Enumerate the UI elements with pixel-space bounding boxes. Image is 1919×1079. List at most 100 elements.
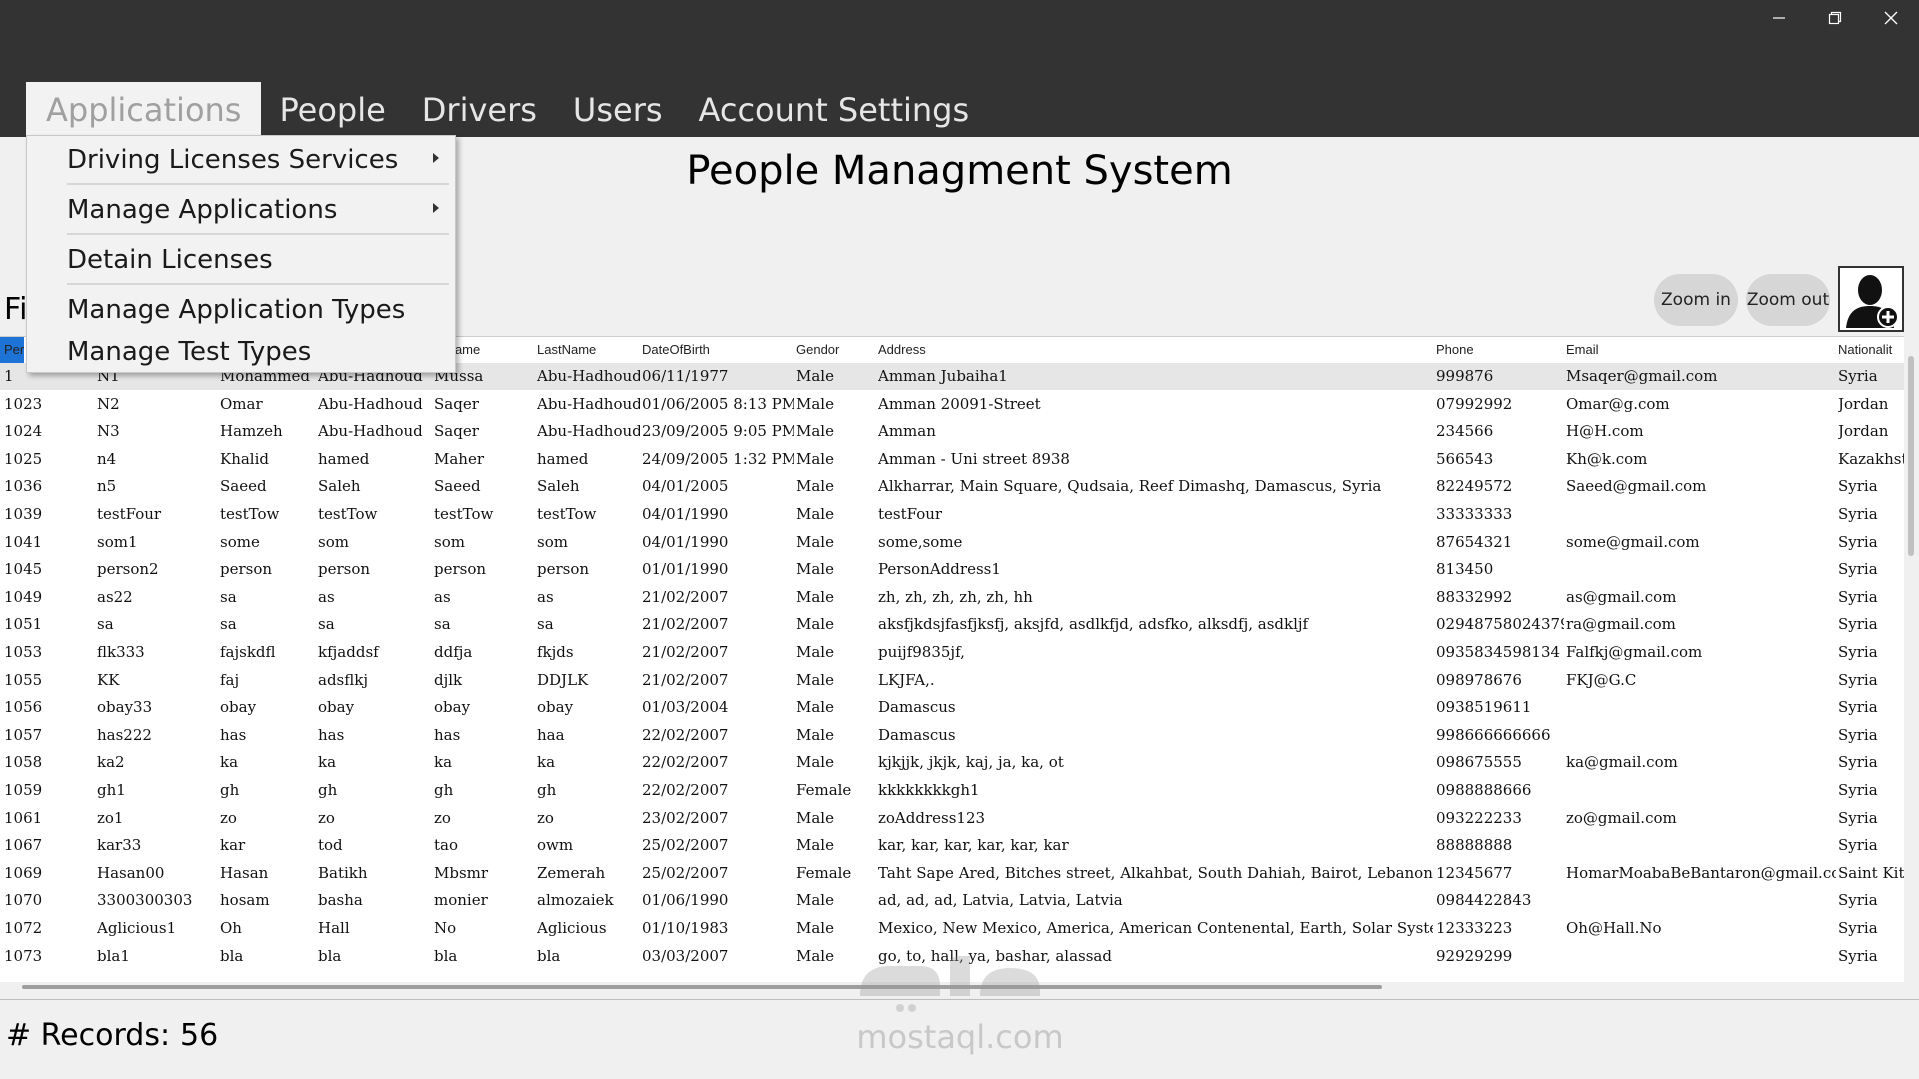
col-national-no: as22: [97, 587, 133, 606]
col-address: Amman Jubaiha1: [878, 367, 1008, 385]
table-row[interactable]: 1055 KK faj adsflkj djlk DDJLK 21/02/2007 Male L…: [0, 667, 1904, 694]
table-row[interactable]: 1041 som1 some som som som 04/01/1990 Male some,…: [0, 529, 1904, 556]
table-row[interactable]: 1049 as22 sa as as as 21/02/2007 Male zh, zh, zh…: [0, 584, 1904, 611]
col-last-name: person: [537, 560, 590, 579]
col-phone: 87654321: [1436, 532, 1513, 551]
horizontal-scroll-thumb[interactable]: [22, 985, 1382, 989]
column-header[interactable]: DateOfBirth: [642, 342, 794, 357]
col-first-name: ka: [220, 753, 239, 772]
col-first-name: kar: [220, 836, 246, 855]
col-address: ad, ad, ad, Latvia, Latvia, Latvia: [878, 891, 1123, 910]
col-gendor: Male: [796, 919, 834, 937]
table-row[interactable]: 1069 Hasan00 Hasan Batikh Mbsmr Zemerah 25/02/…: [0, 860, 1904, 887]
col-phone: 12345677: [1436, 863, 1513, 882]
table-row[interactable]: 1061 zo1 zo zo zo zo 23/02/2007 Male zoAddress12…: [0, 805, 1904, 832]
column-header[interactable]: LastName: [537, 342, 640, 357]
col-second-name: bla: [318, 946, 342, 965]
col-last-name: haa: [537, 725, 565, 744]
col-first-name: fajskdfl: [220, 643, 276, 661]
col-third-name: obay: [434, 698, 471, 717]
col-date-of-birth: 23/02/2007: [642, 808, 729, 827]
col-address: Taht Sape Ared, Bitches street, Alkahbat…: [878, 863, 1433, 882]
col-person-id: 1039: [4, 505, 43, 523]
col-third-name: testTow: [434, 505, 494, 523]
col-national-no: zo1: [97, 808, 124, 827]
col-phone: 33333333: [1436, 505, 1513, 523]
menu-manage-applications[interactable]: Manage Applications: [67, 188, 447, 232]
col-email: FKJ@G.C: [1566, 670, 1637, 689]
col-last-name: zo: [537, 808, 554, 827]
col-address: Damascus: [878, 698, 956, 717]
close-icon[interactable]: [1863, 0, 1919, 36]
menu-manage-application-types[interactable]: Manage Application Types: [67, 288, 447, 332]
table-row[interactable]: 1024 N3 Hamzeh Abu-Hadhoud Saqer Abu-Hadhoud 2…: [0, 418, 1904, 445]
table-row[interactable]: 1023 N2 Omar Abu-Hadhoud Saqer Abu-Hadhoud 01/…: [0, 391, 1904, 418]
col-gendor: Male: [796, 394, 834, 413]
col-first-name: bla: [220, 946, 244, 965]
table-row[interactable]: 1036 n5 Saeed Saleh Saeed Saleh 04/01/2005 Male…: [0, 473, 1904, 500]
column-header[interactable]: Nationalit: [1838, 342, 1904, 357]
menu-applications[interactable]: Applications: [26, 82, 262, 137]
table-row[interactable]: 1056 obay33 obay obay obay obay 01/03/2004 Male…: [0, 694, 1904, 721]
col-nationality: Syria: [1838, 367, 1878, 385]
menu-account-settings[interactable]: Account Settings: [681, 82, 988, 137]
col-address: PersonAddress1: [878, 560, 1001, 579]
col-third-name: Maher: [434, 449, 485, 468]
table-row[interactable]: 1025 n4 Khalid hamed Maher hamed 24/09/2005 1:…: [0, 446, 1904, 473]
col-phone: 098978676: [1436, 670, 1522, 689]
menu-drivers[interactable]: Drivers: [404, 82, 555, 137]
title-bar: Applications People Drivers Users Accoun…: [0, 0, 1919, 137]
add-person-button[interactable]: [1838, 266, 1904, 332]
table-row[interactable]: 1051 sa sa sa sa sa 21/02/2007 Male aksfjkdsjfas…: [0, 611, 1904, 638]
col-national-no: kar33: [97, 836, 142, 855]
col-national-no: person2: [97, 560, 159, 579]
column-header[interactable]: Address: [878, 342, 1433, 357]
restore-icon[interactable]: [1807, 0, 1863, 36]
col-phone: 093222233: [1436, 808, 1522, 827]
col-email: Oh@Hall.No: [1566, 919, 1662, 937]
col-person-id: 1049: [4, 587, 43, 606]
menu-driving-licenses-services[interactable]: Driving Licenses Services: [67, 138, 447, 182]
col-person-id: 1057: [4, 725, 43, 744]
zoom-in-button[interactable]: Zoom in: [1654, 274, 1738, 326]
col-nationality: Syria: [1838, 643, 1878, 661]
table-row[interactable]: 1067 kar33 kar tod tao owm 25/02/2007 Male kar, …: [0, 832, 1904, 859]
menu-detain-licenses[interactable]: Detain Licenses: [67, 238, 447, 282]
column-header[interactable]: Phone: [1436, 342, 1564, 357]
people-table[interactable]: Per rdName LastName DateOfBirth Gendor Addres…: [0, 336, 1904, 982]
col-first-name: Khalid: [220, 449, 270, 468]
col-date-of-birth: 03/03/2007: [642, 946, 729, 965]
col-second-name: hamed: [318, 449, 370, 468]
col-email: H@H.com: [1566, 422, 1644, 441]
table-row[interactable]: 1059 gh1 gh gh gh gh 22/02/2007 Female kkkkkkkkg…: [0, 777, 1904, 804]
column-header[interactable]: Email: [1566, 342, 1836, 357]
menu-people[interactable]: People: [261, 82, 403, 137]
menu-separator: [67, 183, 449, 185]
col-last-name: obay: [537, 698, 574, 717]
col-third-name: Mbsmr: [434, 863, 489, 882]
col-last-name: Abu-Hadhoud: [537, 367, 640, 385]
col-email: ka@gmail.com: [1566, 753, 1678, 772]
vertical-scrollbar[interactable]: [1904, 336, 1919, 982]
table-row[interactable]: 1039 testFour testTow testTow testTow testTow…: [0, 501, 1904, 528]
table-row[interactable]: 1070 3300300303 hosam basha monier almozaiek 0…: [0, 887, 1904, 914]
table-row[interactable]: 1058 ka2 ka ka ka ka 22/02/2007 Male kjkjjk, jkj…: [0, 749, 1904, 776]
zoom-out-button[interactable]: Zoom out: [1746, 274, 1830, 326]
menu-users[interactable]: Users: [555, 82, 681, 137]
col-gendor: Male: [796, 753, 834, 772]
table-row[interactable]: 1045 person2 person person person person 01/01…: [0, 556, 1904, 583]
minimize-icon[interactable]: [1751, 0, 1807, 36]
menu-separator: [67, 283, 449, 285]
table-row[interactable]: 1053 flk333 fajskdfl kfjaddsf ddfja fkjds 21/0…: [0, 639, 1904, 666]
table-row[interactable]: 1057 has222 has has has haa 22/02/2007 Male Dama…: [0, 722, 1904, 749]
vertical-scroll-thumb[interactable]: [1908, 356, 1914, 556]
col-person-id: 1058: [4, 753, 43, 772]
col-email: Saeed@gmail.com: [1566, 477, 1707, 496]
col-nationality: Syria: [1838, 808, 1878, 827]
col-third-name: djlk: [434, 670, 463, 689]
column-header[interactable]: Gendor: [796, 342, 876, 357]
table-row[interactable]: 1072 Aglicious1 Oh Hall No Aglicious 01/10/198…: [0, 915, 1904, 942]
col-second-name: adsflkj: [318, 670, 368, 689]
menu-manage-test-types[interactable]: Manage Test Types: [67, 330, 447, 374]
col-phone: 0938519611: [1436, 698, 1532, 717]
